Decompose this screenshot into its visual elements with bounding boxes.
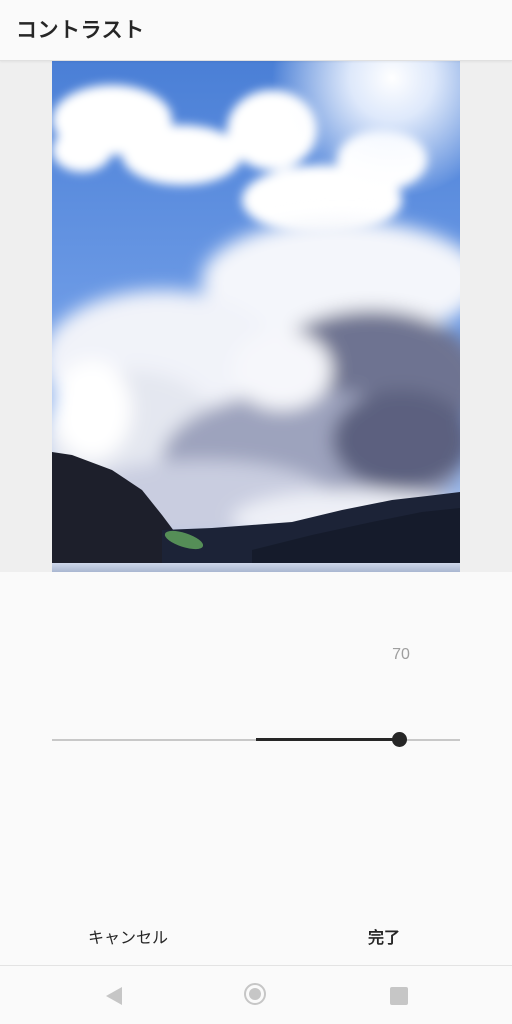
recents-icon[interactable] <box>390 987 408 1005</box>
page-title: コントラスト <box>16 18 145 42</box>
system-navigation-bar <box>0 965 512 1024</box>
home-icon[interactable] <box>244 983 266 1005</box>
contrast-value: 70 <box>392 646 410 663</box>
photo-preview <box>52 60 460 572</box>
slider-fill <box>256 738 399 741</box>
top-app-bar: コントラスト <box>0 0 512 61</box>
contrast-slider[interactable] <box>52 728 460 752</box>
back-icon[interactable] <box>106 987 122 1005</box>
image-preview-area <box>0 60 512 572</box>
home-icon-inner <box>249 988 261 1000</box>
slider-thumb[interactable] <box>391 732 407 747</box>
cancel-button[interactable]: キャンセル <box>72 924 184 952</box>
done-button[interactable]: 完了 <box>346 924 422 952</box>
contrast-editor-screen: コントラスト 70 キャンセル 完了 <box>0 0 512 1024</box>
